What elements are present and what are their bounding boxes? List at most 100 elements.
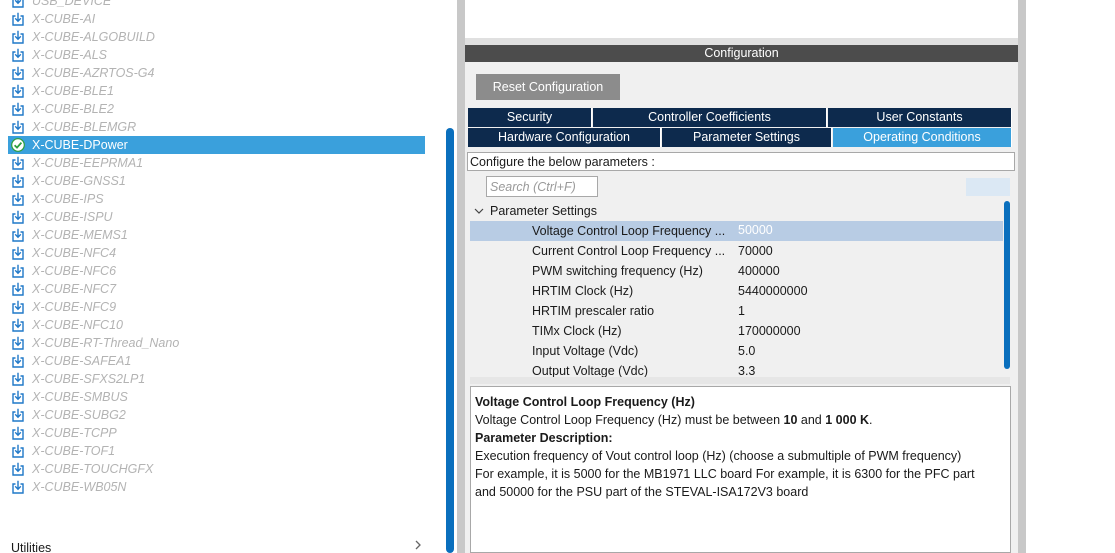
download-package-icon [12,156,24,170]
package-item[interactable]: X-CUBE-SAFEA1 [0,352,430,370]
tab-controller-coefficients[interactable]: Controller Coefficients [593,108,827,127]
download-package-icon [12,264,24,278]
parameter-value[interactable]: 3.3 [738,364,755,378]
package-item[interactable]: X-CUBE-AI [0,10,430,28]
package-item[interactable]: X-CUBE-NFC7 [0,280,430,298]
tab-user-constants[interactable]: User Constants [828,108,1012,127]
download-package-icon [12,192,24,206]
package-item-label: X-CUBE-NFC9 [32,300,117,314]
download-package-icon [12,318,24,332]
package-item[interactable]: X-CUBE-BLE1 [0,82,430,100]
download-package-icon [12,390,24,404]
parameter-scrollbar-thumb[interactable] [1004,201,1010,369]
parameter-value[interactable]: 5.0 [738,344,755,358]
range-max: 1 000 K [825,413,870,427]
parameter-row[interactable]: HRTIM prescaler ratio 1 [470,301,1003,321]
parameter-tree: Parameter Settings Voltage Control Loop … [470,201,1013,382]
package-item[interactable]: X-CUBE-RT-Thread_Nano [0,334,430,352]
download-package-icon [12,426,24,440]
package-item[interactable]: X-CUBE-ISPU [0,208,430,226]
package-item-label: X-CUBE-EEPRMA1 [32,156,144,170]
package-item[interactable]: X-CUBE-SFXS2LP1 [0,370,430,388]
parameter-value[interactable]: 1 [738,304,745,318]
download-package-icon [12,444,24,458]
download-package-icon [12,0,24,8]
splitter-left[interactable] [457,0,465,553]
download-package-icon [12,120,24,134]
tab-security[interactable]: Security [468,108,592,127]
package-item[interactable]: X-CUBE-NFC9 [0,298,430,316]
package-item[interactable]: X-CUBE-DPower [8,136,425,154]
description-range: Voltage Control Loop Frequency (Hz) must… [475,413,873,427]
utilities-section[interactable]: Utilities [0,537,430,553]
search-input[interactable] [486,176,598,197]
description-heading: Parameter Description: [475,431,613,445]
package-item-label: X-CUBE-MEMS1 [32,228,128,242]
package-item[interactable]: X-CUBE-SMBUS [0,388,430,406]
parameter-name: Voltage Control Loop Frequency ... [532,224,726,238]
tab-hardware-configuration[interactable]: Hardware Configuration [468,128,661,147]
parameter-value[interactable]: 50000 [736,222,1003,240]
tab-parameter-settings[interactable]: Parameter Settings [662,128,832,147]
check-circle-icon [11,138,25,152]
package-item[interactable]: X-CUBE-NFC6 [0,262,430,280]
mode-pane [465,0,1018,38]
package-list: USB_DEVICE X-CUBE-AI X-CUBE-ALGOBUILD X-CUB… [0,0,430,496]
package-item[interactable]: X-CUBE-GNSS1 [0,172,430,190]
package-item[interactable]: X-CUBE-NFC10 [0,316,430,334]
package-item[interactable]: X-CUBE-ALGOBUILD [0,28,430,46]
package-item[interactable]: X-CUBE-IPS [0,190,430,208]
parameter-value[interactable]: 5440000000 [738,284,808,298]
parameter-row[interactable]: TIMx Clock (Hz) 170000000 [470,321,1003,341]
package-item[interactable]: X-CUBE-TCPP [0,424,430,442]
search-options-button[interactable] [966,178,1010,196]
package-item[interactable]: X-CUBE-SUBG2 [0,406,430,424]
parameter-name: HRTIM Clock (Hz) [532,284,634,298]
parameter-row[interactable]: Input Voltage (Vdc) 5.0 [470,341,1003,361]
package-item[interactable]: X-CUBE-AZRTOS-G4 [0,64,430,82]
parameter-group-header[interactable]: Parameter Settings [470,201,1000,221]
package-item[interactable]: X-CUBE-NFC4 [0,244,430,262]
download-package-icon [12,210,24,224]
parameter-row[interactable]: HRTIM Clock (Hz) 5440000000 [470,281,1003,301]
download-package-icon [12,48,24,62]
download-package-icon [12,84,24,98]
pane-separator[interactable] [465,38,1018,45]
download-package-icon [12,354,24,368]
package-item[interactable]: X-CUBE-TOUCHGFX [0,460,430,478]
parameter-row[interactable]: Voltage Control Loop Frequency ... 50000 [470,221,1003,241]
package-item-label: X-CUBE-NFC7 [32,282,117,296]
chevron-down-icon[interactable] [474,206,484,216]
package-item-label: X-CUBE-AI [32,12,96,26]
package-item[interactable]: X-CUBE-WB05N [0,478,430,496]
splitter-right[interactable] [1018,0,1026,553]
tab-operating-conditions[interactable]: Operating Conditions [833,128,1012,147]
parameter-value[interactable]: 400000 [738,264,780,278]
parameter-row[interactable]: PWM switching frequency (Hz) 400000 [470,261,1003,281]
chevron-right-icon[interactable] [412,539,424,551]
download-package-icon [12,30,24,44]
package-item-label: X-CUBE-BLEMGR [32,120,137,134]
package-item-label: USB_DEVICE [32,0,112,8]
parameter-name: Current Control Loop Frequency ... [532,244,726,258]
package-item-label: X-CUBE-BLE1 [32,84,114,98]
parameter-description-box: Voltage Control Loop Frequency (Hz) Volt… [470,386,1011,553]
download-package-icon [12,174,24,188]
download-package-icon [12,462,24,476]
package-item[interactable]: X-CUBE-MEMS1 [0,226,430,244]
package-item-label: X-CUBE-IPS [32,192,104,206]
package-item[interactable]: X-CUBE-ALS [0,46,430,64]
package-item[interactable]: X-CUBE-TOF1 [0,442,430,460]
package-item-label: X-CUBE-TOUCHGFX [32,462,154,476]
package-scrollbar-thumb[interactable] [446,128,454,553]
package-item[interactable]: X-CUBE-BLE2 [0,100,430,118]
package-item[interactable]: USB_DEVICE [0,0,430,10]
parameter-value[interactable]: 70000 [738,244,773,258]
package-tree-panel: USB_DEVICE X-CUBE-AI X-CUBE-ALGOBUILD X-CUB… [0,0,443,553]
reset-configuration-button[interactable]: Reset Configuration [476,74,620,100]
package-item[interactable]: X-CUBE-EEPRMA1 [0,154,430,172]
parameter-value[interactable]: 170000000 [738,324,801,338]
description-splitter[interactable] [470,377,1010,384]
package-item[interactable]: X-CUBE-BLEMGR [0,118,430,136]
parameter-row[interactable]: Current Control Loop Frequency ... 70000 [470,241,1003,261]
